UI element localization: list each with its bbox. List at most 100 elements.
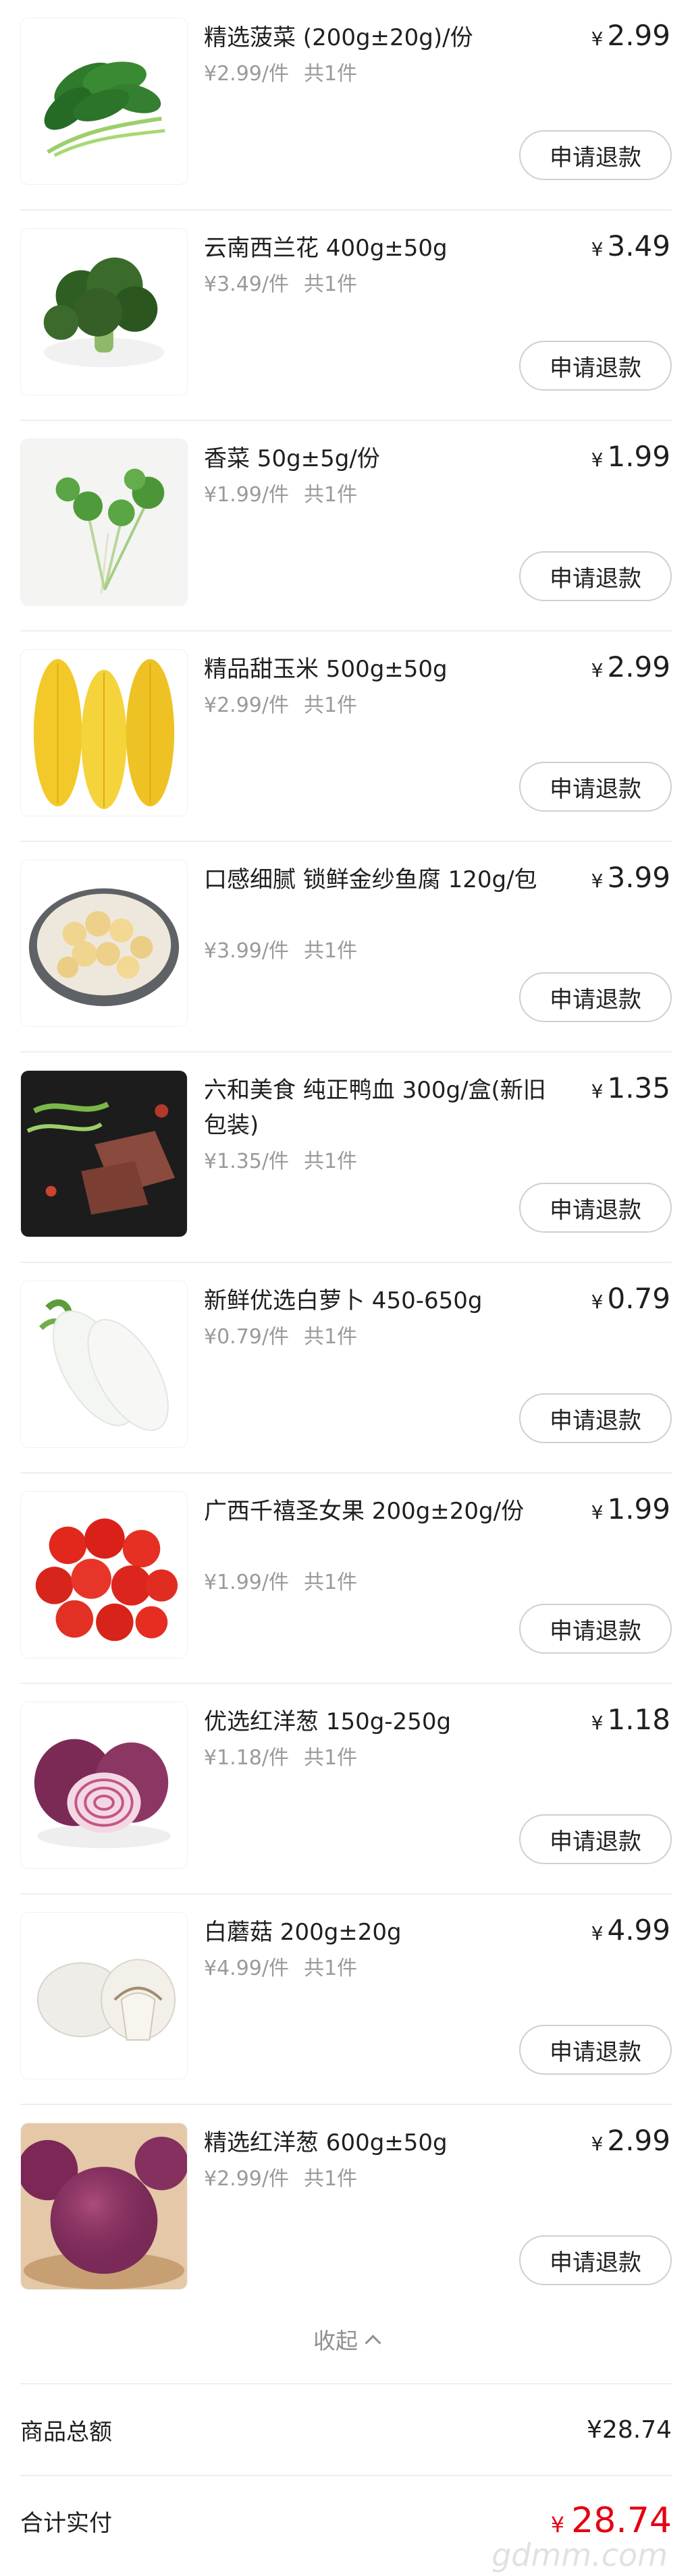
currency-symbol: ¥	[591, 1080, 604, 1102]
product-image-radish[interactable]	[20, 1281, 188, 1448]
currency-symbol: ¥	[591, 28, 604, 50]
quantity: 共1件	[304, 694, 358, 717]
item-price: ¥1.18	[591, 1703, 670, 1736]
price-value: 2.99	[607, 2124, 670, 2157]
currency-symbol: ¥	[591, 449, 604, 471]
item-price: ¥0.79	[591, 1282, 670, 1315]
quantity: 共1件	[304, 62, 358, 86]
chevron-up-icon	[365, 2334, 381, 2351]
product-name[interactable]: 云南西兰花 400g±50g	[204, 231, 562, 266]
list-item: 新鲜优选白萝卜 450-650g ¥0.79/件 共1件 ¥0.79 申请退款	[20, 1263, 672, 1474]
product-image-red-onion[interactable]	[20, 1702, 188, 1869]
currency-symbol: ¥	[591, 659, 604, 681]
list-item: 广西千禧圣女果 200g±20g/份 ¥1.99/件 共1件 ¥1.99 申请退款	[20, 1474, 672, 1684]
list-item: 精选红洋葱 600g±50g ¥2.99/件 共1件 ¥2.99 申请退款	[20, 2105, 672, 2316]
list-item: 白蘑菇 200g±20g ¥4.99/件 共1件 ¥4.99 申请退款	[20, 1895, 672, 2105]
paid-total-label: 合计实付	[20, 2509, 112, 2537]
unit-price: ¥1.99/件	[204, 483, 289, 507]
product-image-red-onion-large[interactable]	[20, 2123, 188, 2290]
product-name[interactable]: 广西千禧圣女果 200g±20g/份	[204, 1494, 562, 1529]
quantity: 共1件	[304, 483, 358, 507]
product-meta: ¥1.35/件 共1件	[204, 1144, 357, 1174]
product-meta: ¥1.99/件 共1件	[204, 1565, 357, 1595]
item-price: ¥2.99	[591, 650, 670, 683]
list-item: 六和美食 纯正鸭血 300g/盒(新旧包装) ¥1.35/件 共1件 ¥1.35 …	[20, 1053, 672, 1263]
product-image-duck-blood[interactable]	[20, 1070, 188, 1237]
product-image-broccoli[interactable]	[20, 228, 188, 395]
watermark: gdmm.com	[491, 2537, 668, 2573]
currency-symbol: ¥	[591, 870, 604, 892]
product-image-cherry-tomato[interactable]	[20, 1491, 188, 1658]
product-name[interactable]: 精品甜玉米 500g±50g	[204, 652, 562, 687]
product-name[interactable]: 白蘑菇 200g±20g	[204, 1915, 562, 1950]
collapse-button[interactable]: 收起	[0, 2316, 692, 2363]
list-item: 香菜 50g±5g/份 ¥1.99/件 共1件 ¥1.99 申请退款	[20, 421, 672, 632]
product-meta: ¥0.79/件 共1件	[204, 1320, 357, 1349]
unit-price: ¥4.99/件	[204, 1957, 289, 1980]
item-price: ¥1.99	[591, 440, 670, 473]
item-price: ¥3.99	[591, 861, 670, 894]
refund-button[interactable]: 申请退款	[519, 2025, 672, 2075]
refund-button[interactable]: 申请退款	[519, 1183, 672, 1233]
currency-symbol: ¥	[591, 1922, 604, 1944]
collapse-label: 收起	[313, 2328, 358, 2354]
order-item-list: 精选菠菜 (200g±20g)/份 ¥2.99/件 共1件 ¥2.99 申请退款 …	[0, 0, 692, 2316]
currency-symbol: ¥	[591, 1501, 604, 1523]
product-name[interactable]: 口感细腻 锁鲜金纱鱼腐 120g/包	[204, 862, 562, 897]
product-name[interactable]: 精选菠菜 (200g±20g)/份	[204, 20, 562, 55]
price-value: 2.99	[607, 19, 670, 52]
quantity: 共1件	[304, 1150, 358, 1173]
unit-price: ¥2.99/件	[204, 62, 289, 86]
quantity: 共1件	[304, 273, 358, 296]
product-meta: ¥3.49/件 共1件	[204, 267, 357, 297]
product-meta: ¥4.99/件 共1件	[204, 1951, 357, 1981]
product-name[interactable]: 六和美食 纯正鸭血 300g/盒(新旧包装)	[204, 1073, 562, 1143]
goods-total-value: ¥28.74	[587, 2415, 672, 2444]
product-name[interactable]: 新鲜优选白萝卜 450-650g	[204, 1283, 562, 1318]
price-value: 1.35	[607, 1071, 670, 1104]
unit-price: ¥3.99/件	[204, 939, 289, 963]
quantity: 共1件	[304, 1957, 358, 1980]
currency-symbol: ¥	[591, 1712, 604, 1734]
refund-button[interactable]: 申请退款	[519, 1814, 672, 1864]
product-image-fish-tofu[interactable]	[20, 860, 188, 1027]
product-image-mushroom[interactable]	[20, 1912, 188, 2079]
unit-price: ¥1.35/件	[204, 1150, 289, 1173]
refund-button[interactable]: 申请退款	[519, 972, 672, 1022]
product-image-coriander[interactable]	[20, 439, 188, 606]
price-value: 2.99	[607, 650, 670, 683]
product-name[interactable]: 香菜 50g±5g/份	[204, 441, 562, 476]
product-meta: ¥3.99/件 共1件	[204, 934, 357, 963]
price-value: 1.99	[607, 440, 670, 473]
unit-price: ¥0.79/件	[204, 1325, 289, 1349]
refund-button[interactable]: 申请退款	[519, 2235, 672, 2285]
product-name[interactable]: 优选红洋葱 150g-250g	[204, 1704, 562, 1739]
item-price: ¥1.99	[591, 1492, 670, 1525]
item-price: ¥2.99	[591, 19, 670, 52]
price-value: 4.99	[607, 1913, 670, 1947]
refund-button[interactable]: 申请退款	[519, 1604, 672, 1654]
paid-total-value: ¥28.74	[551, 2500, 672, 2541]
product-image-spinach[interactable]	[20, 18, 188, 185]
item-price: ¥3.49	[591, 229, 670, 262]
refund-button[interactable]: 申请退款	[519, 762, 672, 812]
refund-button[interactable]: 申请退款	[519, 341, 672, 391]
quantity: 共1件	[304, 1746, 358, 1770]
item-price: ¥1.35	[591, 1071, 670, 1104]
unit-price: ¥1.99/件	[204, 1571, 289, 1594]
currency-symbol: ¥	[591, 238, 604, 260]
paid-amount: 28.74	[571, 2500, 672, 2541]
refund-button[interactable]: 申请退款	[519, 130, 672, 180]
price-value: 3.49	[607, 229, 670, 262]
goods-total-row: 商品总额 ¥28.74	[20, 2383, 672, 2476]
product-image-corn[interactable]	[20, 649, 188, 816]
price-value: 1.18	[607, 1703, 670, 1736]
product-meta: ¥1.99/件 共1件	[204, 478, 357, 507]
product-name[interactable]: 精选红洋葱 600g±50g	[204, 2125, 562, 2160]
product-meta: ¥2.99/件 共1件	[204, 688, 357, 718]
product-meta: ¥2.99/件 共1件	[204, 2162, 357, 2191]
refund-button[interactable]: 申请退款	[519, 1393, 672, 1443]
currency-symbol: ¥	[550, 2512, 565, 2538]
refund-button[interactable]: 申请退款	[519, 551, 672, 601]
product-meta: ¥2.99/件 共1件	[204, 57, 357, 86]
